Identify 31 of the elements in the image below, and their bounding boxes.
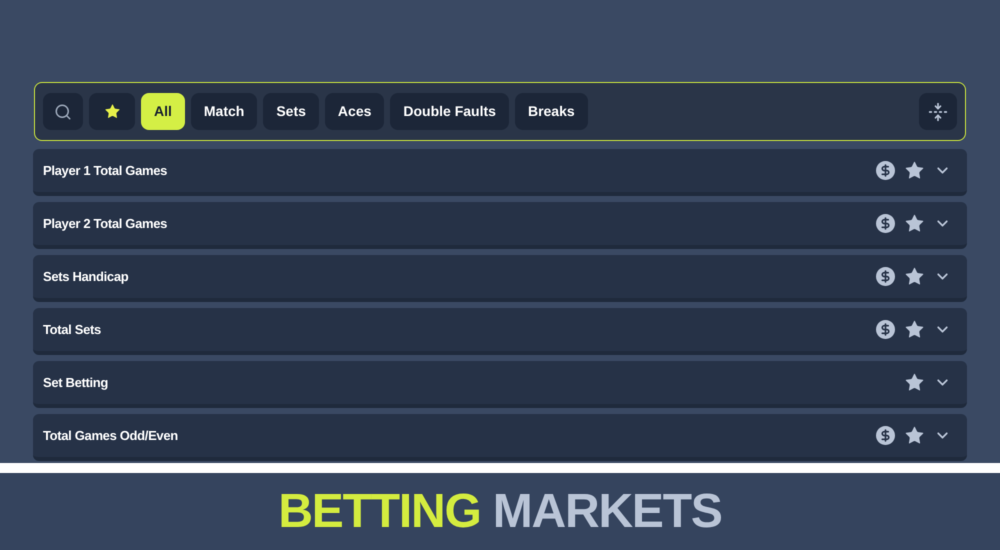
collapse-icon: [928, 102, 948, 122]
market-row[interactable]: Total Sets: [33, 308, 967, 355]
filter-tab[interactable]: Aces: [324, 93, 384, 130]
market-row[interactable]: Player 1 Total Games: [33, 149, 967, 196]
star-icon[interactable]: [904, 213, 925, 234]
filter-tab[interactable]: Sets: [263, 93, 319, 130]
market-name: Player 1 Total Games: [43, 162, 168, 180]
star-icon: [104, 103, 120, 120]
collapse-all-button[interactable]: [919, 93, 957, 130]
market-row[interactable]: Player 2 Total Games: [33, 202, 967, 249]
search-button[interactable]: [43, 93, 83, 130]
market-row[interactable]: Set Betting: [33, 361, 967, 408]
filter-tab[interactable]: Double Faults: [390, 93, 509, 130]
favourites-button[interactable]: [89, 93, 135, 130]
star-icon[interactable]: [904, 160, 925, 181]
market-row[interactable]: Total Games Odd/Even: [33, 414, 967, 461]
search-icon: [54, 102, 72, 120]
filter-tab[interactable]: All: [141, 93, 185, 130]
star-icon[interactable]: [904, 266, 925, 287]
star-icon[interactable]: [904, 425, 925, 446]
market-name: Total Games Odd/Even: [43, 426, 179, 445]
banner-heading: BETTING MARKETS: [278, 484, 722, 540]
market-name: Set Betting: [43, 374, 110, 392]
market-name: Total Sets: [43, 320, 102, 339]
market-row[interactable]: Sets Handicap: [33, 255, 967, 302]
filter-tab[interactable]: Breaks: [514, 93, 588, 130]
filter-tab[interactable]: Match: [190, 93, 258, 130]
market-name: Player 2 Total Games: [43, 214, 168, 233]
market-name: Sets Handicap: [43, 268, 130, 286]
star-icon[interactable]: [904, 319, 925, 340]
star-icon[interactable]: [904, 372, 925, 393]
